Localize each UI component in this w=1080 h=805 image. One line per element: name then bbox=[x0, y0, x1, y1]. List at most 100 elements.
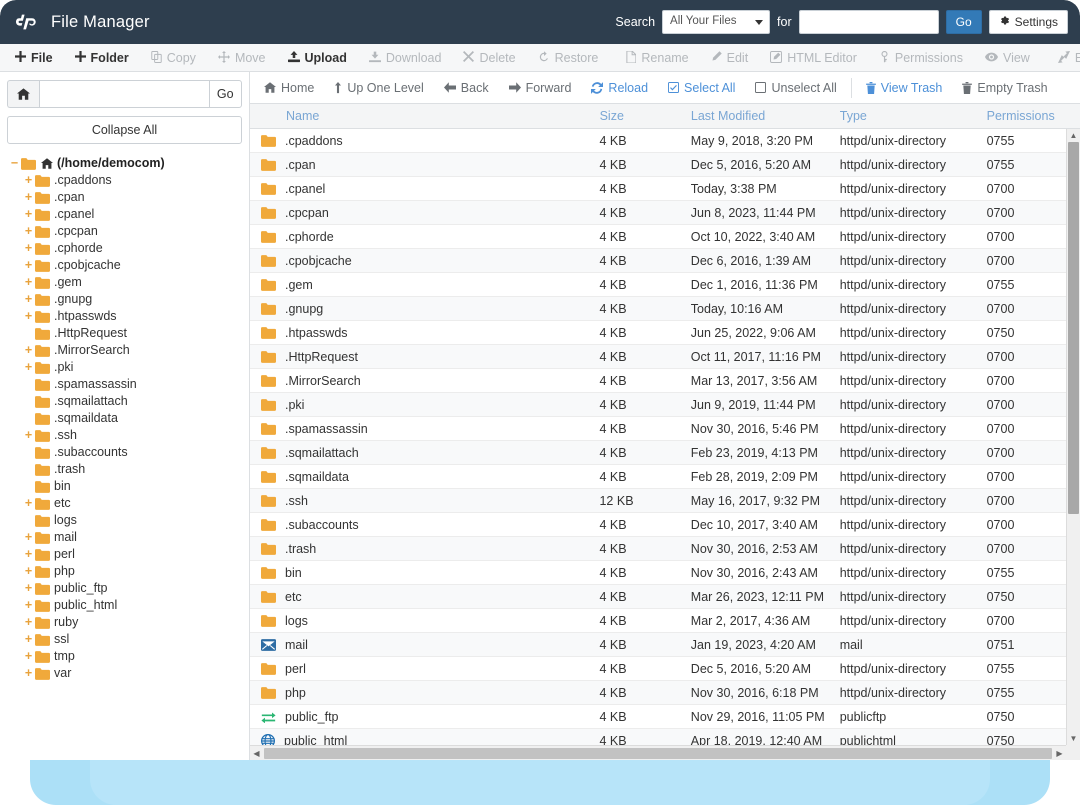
file-name-label[interactable]: .cpaddons bbox=[285, 134, 343, 148]
file-name-label[interactable]: .cphorde bbox=[285, 230, 334, 244]
file-name-label[interactable]: .MirrorSearch bbox=[285, 374, 361, 388]
expand-plus-icon[interactable]: + bbox=[23, 191, 34, 204]
nav-forward-button[interactable]: Forward bbox=[499, 72, 582, 104]
tree-node-perl[interactable]: + perl bbox=[7, 546, 242, 563]
tree-node-subaccounts[interactable]: .subaccounts bbox=[7, 444, 242, 461]
tree-node-cpcpan[interactable]: + .cpcpan bbox=[7, 223, 242, 240]
caret-up-icon[interactable]: ▲ bbox=[1067, 129, 1080, 142]
toolbar-upload-button[interactable]: Upload bbox=[277, 44, 358, 72]
tree-node-var[interactable]: + var bbox=[7, 665, 242, 682]
nav-back-button[interactable]: Back bbox=[434, 72, 499, 104]
expand-plus-icon[interactable]: + bbox=[23, 208, 34, 221]
table-row[interactable]: .sqmailattach 4 KB Feb 23, 2019, 4:13 PM ht… bbox=[250, 441, 1066, 465]
expand-plus-icon[interactable]: + bbox=[23, 259, 34, 272]
file-name-label[interactable]: public_ftp bbox=[285, 710, 339, 724]
tree-node-ruby[interactable]: + ruby bbox=[7, 614, 242, 631]
file-name-label[interactable]: .pki bbox=[285, 398, 304, 412]
file-name-label[interactable]: .sqmaildata bbox=[285, 470, 349, 484]
file-name-label[interactable]: .spamassassin bbox=[285, 422, 368, 436]
tree-node-cpaddons[interactable]: + .cpaddons bbox=[7, 172, 242, 189]
table-row[interactable]: php 4 KB Nov 30, 2016, 6:18 PM httpd/unix-d… bbox=[250, 681, 1066, 705]
tree-node-public_ftp[interactable]: + public_ftp bbox=[7, 580, 242, 597]
expand-plus-icon[interactable]: + bbox=[23, 276, 34, 289]
file-name-label[interactable]: .cpcpan bbox=[285, 206, 329, 220]
file-name-label[interactable]: .cpan bbox=[285, 158, 316, 172]
tree-node-ssl[interactable]: + ssl bbox=[7, 631, 242, 648]
settings-button[interactable]: Settings bbox=[988, 10, 1068, 34]
column-header-permissions[interactable]: Permissions bbox=[987, 109, 1066, 123]
table-row[interactable]: .cpaddons 4 KB May 9, 2018, 3:20 PM httpd/u… bbox=[250, 129, 1066, 153]
table-row[interactable]: mail 4 KB Jan 19, 2023, 4:20 AM mail 0751 bbox=[250, 633, 1066, 657]
column-header-type[interactable]: Type bbox=[840, 109, 987, 123]
table-row[interactable]: .cpan 4 KB Dec 5, 2016, 5:20 AM httpd/unix-… bbox=[250, 153, 1066, 177]
tree-node-cpobjcache[interactable]: + .cpobjcache bbox=[7, 257, 242, 274]
tree-node-homedemocom[interactable]: − (/home/democom) bbox=[7, 155, 242, 172]
tree-node-mail[interactable]: + mail bbox=[7, 529, 242, 546]
expand-plus-icon[interactable]: + bbox=[23, 616, 34, 629]
collapse-minus-icon[interactable]: − bbox=[9, 157, 20, 170]
table-row[interactable]: etc 4 KB Mar 26, 2023, 12:11 PM httpd/unix-… bbox=[250, 585, 1066, 609]
nav-up-one-level-button[interactable]: Up One Level bbox=[324, 72, 433, 104]
nav-view-trash-button[interactable]: View Trash bbox=[856, 72, 953, 104]
toolbar-file-button[interactable]: File bbox=[4, 44, 64, 72]
nav-select-all-button[interactable]: Select All bbox=[658, 72, 745, 104]
file-name-label[interactable]: .ssh bbox=[285, 494, 308, 508]
collapse-all-button[interactable]: Collapse All bbox=[7, 116, 242, 144]
table-row[interactable]: .HttpRequest 4 KB Oct 11, 2017, 11:16 PM ht… bbox=[250, 345, 1066, 369]
file-name-label[interactable]: .sqmailattach bbox=[285, 446, 359, 460]
tree-node-trash[interactable]: .trash bbox=[7, 461, 242, 478]
table-row[interactable]: .pki 4 KB Jun 9, 2019, 11:44 PM httpd/unix-… bbox=[250, 393, 1066, 417]
column-header-name[interactable]: Name bbox=[250, 109, 600, 123]
table-row[interactable]: perl 4 KB Dec 5, 2016, 5:20 AM httpd/unix-d… bbox=[250, 657, 1066, 681]
vertical-scrollbar[interactable]: ▲ ▼ bbox=[1066, 129, 1080, 745]
expand-plus-icon[interactable]: + bbox=[23, 667, 34, 680]
file-name-label[interactable]: .cpobjcache bbox=[285, 254, 352, 268]
tree-node-httprequest[interactable]: .HttpRequest bbox=[7, 325, 242, 342]
expand-plus-icon[interactable]: + bbox=[23, 497, 34, 510]
caret-left-icon[interactable]: ◀ bbox=[250, 746, 263, 760]
file-name-label[interactable]: .cpanel bbox=[285, 182, 325, 196]
expand-plus-icon[interactable]: + bbox=[23, 582, 34, 595]
tree-node-gem[interactable]: + .gem bbox=[7, 274, 242, 291]
expand-plus-icon[interactable]: + bbox=[23, 633, 34, 646]
table-row[interactable]: .gem 4 KB Dec 1, 2016, 11:36 PM httpd/unix-… bbox=[250, 273, 1066, 297]
tree-node-tmp[interactable]: + tmp bbox=[7, 648, 242, 665]
caret-right-icon[interactable]: ▶ bbox=[1053, 746, 1066, 760]
vertical-scrollbar-thumb[interactable] bbox=[1068, 142, 1079, 514]
expand-plus-icon[interactable]: + bbox=[23, 242, 34, 255]
expand-plus-icon[interactable]: + bbox=[23, 293, 34, 306]
path-go-button[interactable]: Go bbox=[208, 80, 242, 108]
table-row[interactable]: .trash 4 KB Nov 30, 2016, 2:53 AM httpd/uni… bbox=[250, 537, 1066, 561]
tree-node-sqmailattach[interactable]: .sqmailattach bbox=[7, 393, 242, 410]
file-name-label[interactable]: .trash bbox=[285, 542, 316, 556]
tree-node-gnupg[interactable]: + .gnupg bbox=[7, 291, 242, 308]
horizontal-scrollbar[interactable]: ◀ ▶ bbox=[250, 745, 1080, 760]
table-row[interactable]: .sqmaildata 4 KB Feb 28, 2019, 2:09 PM http… bbox=[250, 465, 1066, 489]
expand-plus-icon[interactable]: + bbox=[23, 548, 34, 561]
expand-plus-icon[interactable]: + bbox=[23, 650, 34, 663]
file-name-label[interactable]: bin bbox=[285, 566, 302, 580]
file-name-label[interactable]: .gnupg bbox=[285, 302, 323, 316]
expand-plus-icon[interactable]: + bbox=[23, 225, 34, 238]
tree-node-bin[interactable]: bin bbox=[7, 478, 242, 495]
expand-plus-icon[interactable]: + bbox=[23, 599, 34, 612]
search-input[interactable] bbox=[798, 10, 939, 34]
column-header-modified[interactable]: Last Modified bbox=[691, 109, 840, 123]
table-row[interactable]: .MirrorSearch 4 KB Mar 13, 2017, 3:56 AM ht… bbox=[250, 369, 1066, 393]
table-row[interactable]: .cpcpan 4 KB Jun 8, 2023, 11:44 PM httpd/un… bbox=[250, 201, 1066, 225]
expand-plus-icon[interactable]: + bbox=[23, 531, 34, 544]
file-name-label[interactable]: mail bbox=[285, 638, 308, 652]
search-go-button[interactable]: Go bbox=[945, 10, 982, 34]
tree-node-logs[interactable]: logs bbox=[7, 512, 242, 529]
tree-node-cphorde[interactable]: + .cphorde bbox=[7, 240, 242, 257]
expand-plus-icon[interactable]: + bbox=[23, 429, 34, 442]
tree-node-public_html[interactable]: + public_html bbox=[7, 597, 242, 614]
nav-home-button[interactable]: Home bbox=[254, 72, 324, 104]
path-input[interactable] bbox=[38, 80, 209, 108]
file-name-label[interactable]: perl bbox=[285, 662, 306, 676]
tree-node-cpanel[interactable]: + .cpanel bbox=[7, 206, 242, 223]
nav-unselect-all-button[interactable]: Unselect All bbox=[745, 72, 846, 104]
table-row[interactable]: .cpobjcache 4 KB Dec 6, 2016, 1:39 AM httpd… bbox=[250, 249, 1066, 273]
toolbar-folder-button[interactable]: Folder bbox=[64, 44, 140, 72]
tree-node-ssh[interactable]: + .ssh bbox=[7, 427, 242, 444]
